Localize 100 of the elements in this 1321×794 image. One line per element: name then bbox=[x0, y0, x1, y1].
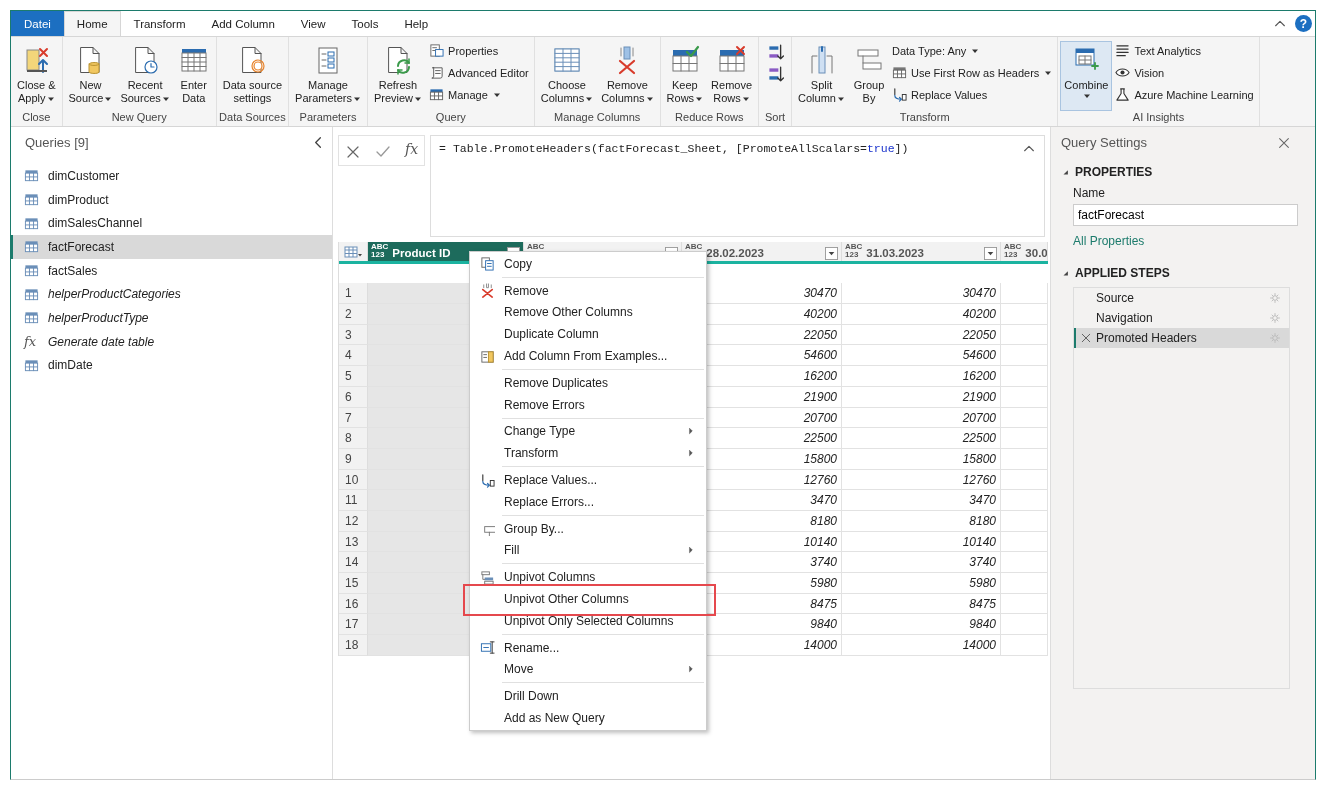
copy-icon bbox=[479, 256, 495, 272]
ribbon-button[interactable]: Manage Parameters bbox=[291, 41, 365, 111]
ribbon-button[interactable]: Remove Rows bbox=[707, 41, 757, 111]
table-icon bbox=[24, 215, 39, 231]
ribbon-button[interactable]: Data Type: Any bbox=[891, 41, 1053, 60]
ribbon-button[interactable]: Advanced Editor bbox=[429, 63, 529, 82]
row-number: 12 bbox=[339, 510, 368, 532]
ribbon-button[interactable]: Replace Values bbox=[891, 85, 1053, 104]
step-item[interactable]: Navigation bbox=[1074, 308, 1289, 328]
query-item[interactable]: dimSalesChannel bbox=[11, 211, 332, 236]
ribbon-tab[interactable]: Add Column bbox=[198, 11, 288, 36]
query-item[interactable]: helperProductCategories bbox=[11, 282, 332, 307]
table-cell bbox=[1001, 614, 1048, 636]
sort-descending-icon bbox=[766, 65, 785, 83]
type-label: ABC 123 bbox=[845, 242, 863, 259]
table-cell bbox=[1001, 573, 1048, 594]
ribbon-button[interactable]: Vision bbox=[1115, 63, 1254, 82]
table-cell bbox=[1001, 407, 1048, 429]
table-cell: 16200 bbox=[842, 366, 1001, 387]
type-label: ABC bbox=[527, 242, 545, 251]
menu-item[interactable]: Add as New Query bbox=[470, 707, 706, 729]
ribbon-button[interactable]: Keep Rows bbox=[662, 41, 708, 111]
query-item[interactable]: helperProductType bbox=[11, 306, 332, 330]
table-menu-button[interactable] bbox=[339, 242, 368, 264]
submenu-arrow-icon bbox=[686, 545, 696, 556]
menu-item[interactable]: Drill Down bbox=[470, 685, 706, 708]
table-cell: 10140 bbox=[842, 531, 1001, 553]
ribbon-button[interactable]: Properties bbox=[429, 41, 529, 60]
type-label: ABC 123 bbox=[371, 242, 389, 259]
ribbon-button[interactable]: Azure Machine Learning bbox=[1115, 85, 1254, 104]
ribbon-tab[interactable]: Help bbox=[391, 11, 442, 36]
query-item[interactable]: dimCustomer bbox=[11, 164, 332, 188]
section-heading: APPLIED STEPS bbox=[1075, 266, 1170, 280]
query-item[interactable]: dimDate bbox=[11, 353, 332, 378]
type-label: ABC 123 bbox=[1004, 242, 1022, 259]
help-button[interactable]: ? bbox=[1295, 15, 1312, 32]
table-icon bbox=[344, 246, 362, 260]
ribbon-button[interactable]: Split Column bbox=[794, 41, 849, 111]
step-item[interactable]: Source bbox=[1074, 288, 1289, 308]
ribbon-button[interactable]: Use First Row as Headers bbox=[891, 63, 1053, 82]
query-item[interactable]: factForecast bbox=[11, 235, 332, 259]
table-cell: 14000 bbox=[842, 635, 1001, 656]
row-number: 3 bbox=[339, 324, 368, 346]
ribbon-button[interactable]: Choose Columns bbox=[536, 41, 598, 111]
ribbon-tab[interactable]: View bbox=[287, 11, 339, 36]
field-label: Name bbox=[1073, 186, 1106, 200]
replace-icon bbox=[479, 472, 495, 488]
table-cell bbox=[1001, 635, 1048, 656]
type-label: ABC bbox=[685, 242, 703, 251]
ribbon-tab[interactable]: Home bbox=[63, 11, 121, 36]
table-cell bbox=[1001, 469, 1048, 491]
table-cell bbox=[1001, 448, 1048, 470]
ribbon-button[interactable]: Text Analytics bbox=[1115, 41, 1254, 60]
row-number: 14 bbox=[339, 552, 368, 573]
ribbon-button[interactable]: Group By bbox=[848, 41, 889, 111]
gear-icon bbox=[1269, 312, 1281, 324]
step-item[interactable]: Promoted Headers bbox=[1074, 328, 1289, 348]
ribbon-button[interactable]: Recent Sources bbox=[116, 41, 174, 111]
query-item[interactable]: fx Generate date table bbox=[11, 329, 332, 354]
file-tab[interactable]: Datei bbox=[11, 11, 64, 36]
query-item[interactable]: factSales bbox=[11, 258, 332, 283]
flask-icon bbox=[1115, 87, 1131, 102]
dropdown-icon bbox=[825, 246, 838, 260]
row-number: 2 bbox=[339, 304, 368, 325]
ribbon-tab[interactable]: Transform bbox=[120, 11, 199, 36]
row-number: 15 bbox=[339, 573, 368, 594]
row-number: 16 bbox=[339, 593, 368, 615]
gear-icon bbox=[1269, 292, 1281, 304]
table-cell bbox=[1001, 304, 1048, 325]
ribbon-button[interactable]: Enter Data bbox=[173, 41, 214, 111]
submenu-arrow-icon bbox=[686, 448, 696, 459]
table-cell bbox=[1001, 324, 1048, 346]
sort-ascending-icon bbox=[766, 43, 785, 61]
rename-icon bbox=[479, 640, 495, 656]
remove-icon bbox=[479, 283, 495, 299]
ribbon-button[interactable]: Manage bbox=[429, 85, 529, 104]
group-label: Data Sources bbox=[219, 111, 286, 125]
row-number: 18 bbox=[339, 635, 368, 656]
menu-item[interactable]: Move bbox=[470, 658, 706, 681]
table-cell bbox=[1001, 510, 1048, 532]
ribbon-button[interactable]: New Source bbox=[64, 41, 117, 111]
eye-icon bbox=[1115, 65, 1131, 80]
ribbon-button[interactable]: Close & Apply bbox=[13, 41, 60, 111]
ribbon-button[interactable]: Data source settings bbox=[218, 41, 287, 111]
query-item[interactable]: dimProduct bbox=[11, 187, 332, 212]
ribbon-button[interactable]: Refresh Preview bbox=[369, 41, 427, 111]
ribbon-button[interactable]: Remove Columns bbox=[597, 41, 658, 111]
table-cell bbox=[1001, 283, 1048, 305]
submenu-arrow-icon bbox=[686, 426, 696, 437]
table-cell bbox=[1001, 366, 1048, 387]
formula-field[interactable]: = Table.PromoteHeaders(factForecast_Sheet, [PromoteAllScalars=true]) bbox=[430, 135, 1045, 237]
row-number: 8 bbox=[339, 428, 368, 449]
all-properties-link[interactable]: All Properties bbox=[1073, 234, 1305, 248]
row-number: 4 bbox=[339, 345, 368, 367]
table-cell: 8180 bbox=[842, 510, 1001, 532]
caret-icon bbox=[1082, 92, 1091, 100]
name-field[interactable]: factForecast bbox=[1073, 204, 1298, 226]
ribbon-button[interactable]: Combine bbox=[1060, 41, 1113, 111]
row-number: 17 bbox=[339, 614, 368, 636]
ribbon-tab[interactable]: Tools bbox=[338, 11, 392, 36]
